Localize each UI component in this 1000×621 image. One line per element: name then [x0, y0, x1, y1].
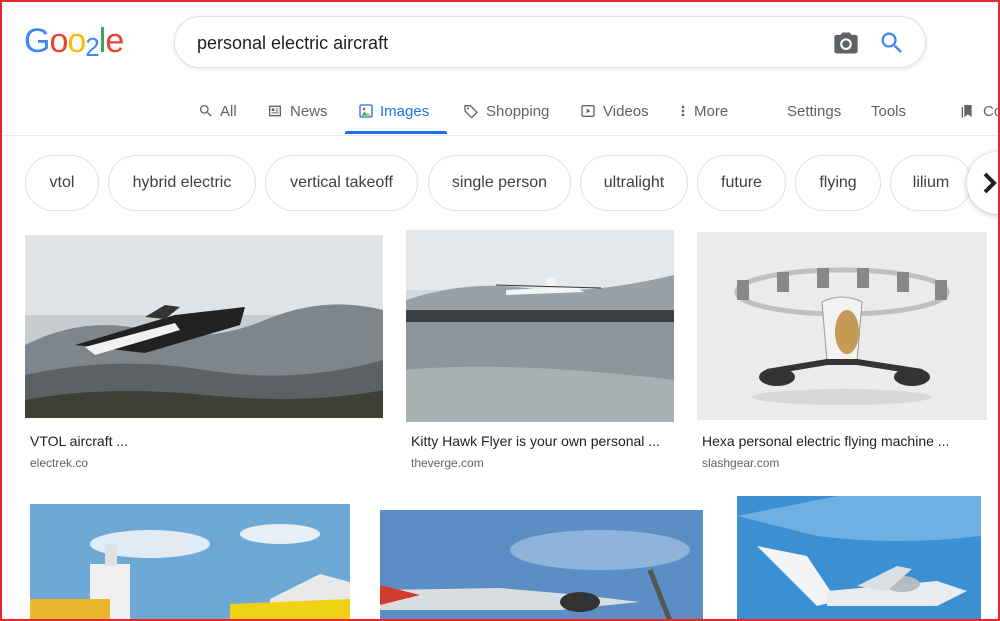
bookmark-icon	[961, 105, 972, 118]
result-thumbnail[interactable]	[406, 230, 674, 422]
tab-label: Images	[380, 102, 430, 120]
tab-label: Videos	[603, 102, 649, 120]
tabs-divider	[0, 135, 1000, 136]
chip-flying[interactable]: flying	[795, 155, 881, 211]
news-icon	[269, 105, 281, 117]
result-thumbnail[interactable]	[380, 510, 703, 621]
result-thumbnail[interactable]	[737, 496, 981, 621]
active-tab-indicator	[345, 131, 447, 134]
logo-letter: 2	[85, 32, 100, 62]
tab-tools[interactable]: Tools	[871, 88, 906, 134]
tab-label: More	[694, 102, 729, 120]
logo-letter: o	[67, 22, 86, 60]
result-source[interactable]: electrek.co	[30, 456, 88, 470]
chip-single-person[interactable]: single person	[428, 155, 571, 211]
chip-vtol[interactable]: vtol	[25, 155, 99, 211]
tab-label: Co	[983, 102, 1000, 120]
result-title[interactable]: VTOL aircraft ...	[30, 433, 128, 449]
chip-lilium[interactable]: lilium	[890, 155, 972, 211]
tab-label: Tools	[871, 102, 907, 120]
tab-label: All	[220, 102, 237, 120]
tab-label: Shopping	[486, 102, 550, 120]
chevron-right-icon	[983, 172, 997, 194]
result-thumbnail[interactable]	[25, 235, 383, 418]
tab-settings[interactable]: Settings	[787, 88, 841, 134]
tab-images[interactable]: Images	[358, 88, 429, 134]
chip-ultralight[interactable]: ultralight	[580, 155, 688, 211]
result-source[interactable]: theverge.com	[411, 456, 484, 470]
image-result[interactable]	[374, 496, 710, 621]
tab-label: News	[290, 102, 328, 120]
google-doodle-logo[interactable]: Goo2le	[24, 22, 136, 62]
search-icon	[200, 105, 212, 117]
tab-videos[interactable]: Videos	[579, 88, 649, 134]
play-icon	[581, 105, 595, 117]
image-result[interactable]	[737, 496, 981, 621]
search-box	[174, 16, 926, 68]
image-result[interactable]: Hexa personal electric flying machine ..…	[697, 230, 987, 474]
logo-letter: G	[24, 22, 50, 60]
tab-collections[interactable]: Co	[959, 88, 1000, 134]
tag-icon	[464, 105, 478, 119]
search-icon[interactable]	[877, 29, 907, 57]
tab-label: Settings	[787, 102, 842, 120]
result-title[interactable]: Kitty Hawk Flyer is your own personal ..…	[411, 433, 660, 449]
result-thumbnail[interactable]	[697, 232, 987, 420]
image-result[interactable]: VTOL aircraft ... electrek.co	[25, 230, 383, 474]
chip-future[interactable]: future	[697, 155, 786, 211]
image-result[interactable]: Kitty Hawk Flyer is your own personal ..…	[406, 230, 674, 474]
more-vert-icon	[681, 105, 685, 117]
logo-letter: e	[105, 22, 124, 60]
search-tabs: All News Images Shopping Videos More Set…	[0, 88, 1000, 136]
tab-more[interactable]: More	[678, 88, 728, 134]
result-thumbnail[interactable]	[30, 504, 350, 621]
result-source[interactable]: slashgear.com	[702, 456, 779, 470]
image-result[interactable]	[25, 496, 351, 621]
image-icon	[359, 104, 373, 118]
search-input[interactable]	[197, 30, 797, 56]
camera-icon[interactable]	[831, 29, 861, 57]
tab-all[interactable]: All	[198, 88, 237, 134]
tab-shopping[interactable]: Shopping	[462, 88, 549, 134]
tab-news[interactable]: News	[266, 88, 328, 134]
chips-next-button[interactable]	[967, 152, 1000, 214]
logo-letter: o	[49, 22, 68, 60]
result-title[interactable]: Hexa personal electric flying machine ..…	[702, 433, 949, 449]
chip-vertical-takeoff[interactable]: vertical takeoff	[265, 155, 418, 211]
chip-hybrid-electric[interactable]: hybrid electric	[108, 155, 256, 211]
